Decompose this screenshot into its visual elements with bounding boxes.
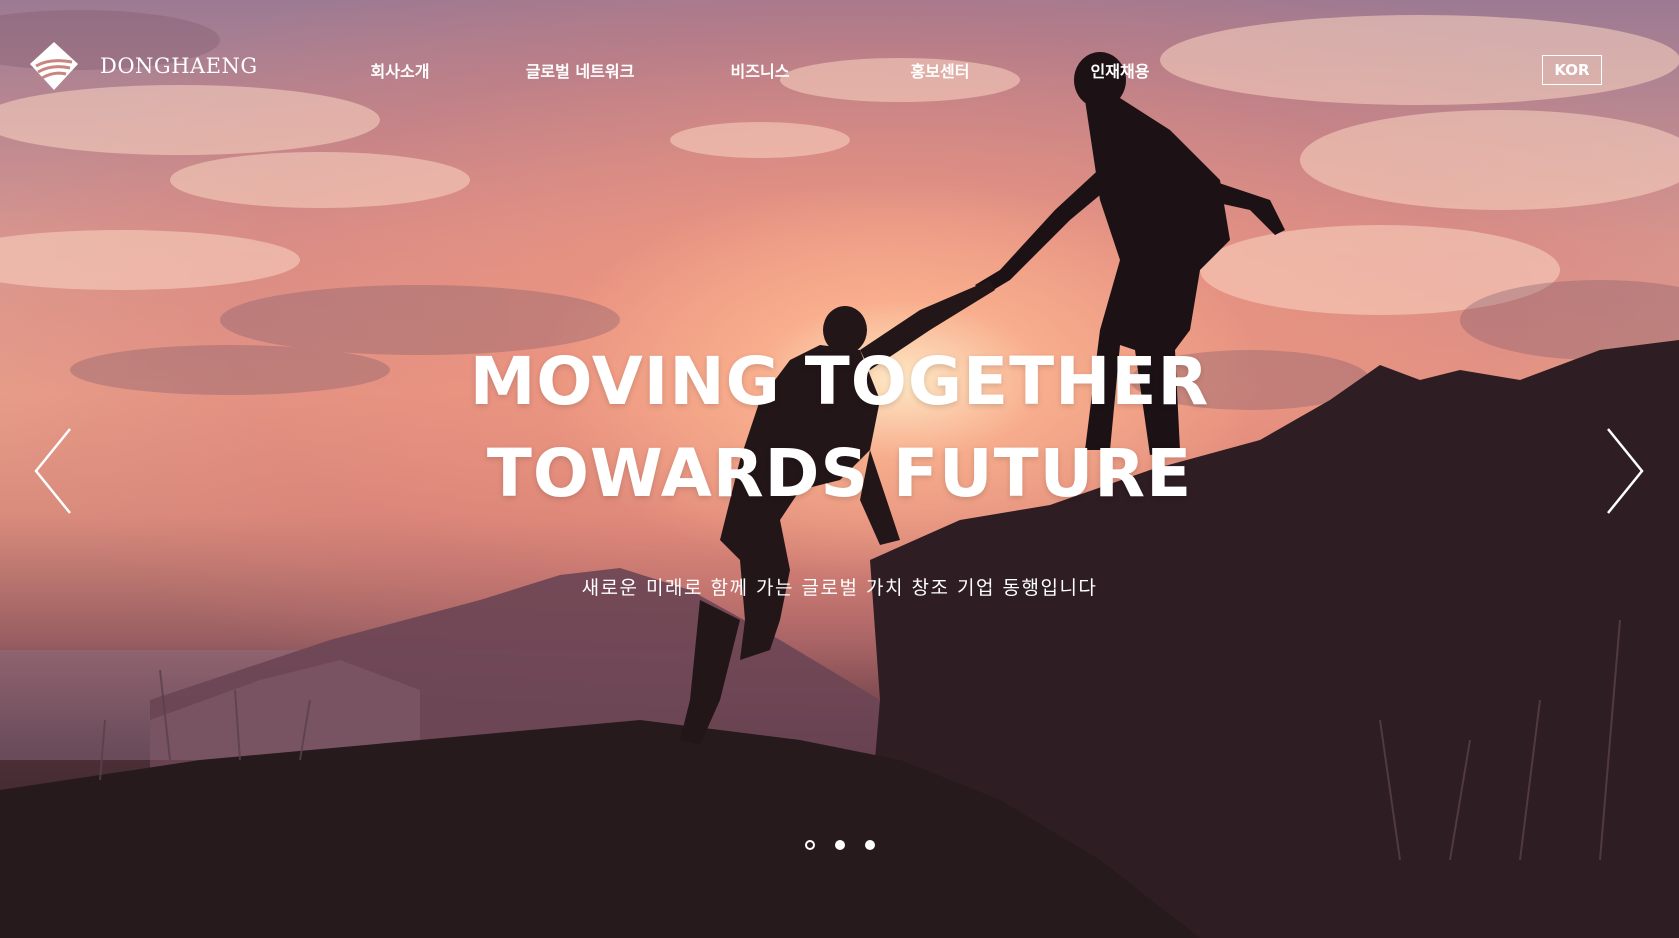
slider-next-button[interactable] bbox=[1602, 425, 1648, 517]
nav-item-company[interactable]: 회사소개 bbox=[371, 58, 430, 82]
hero-subcopy: 새로운 미래로 함께 가는 글로벌 가치 창조 기업 동행입니다 bbox=[581, 577, 1098, 599]
slider-dot-1[interactable] bbox=[804, 840, 815, 850]
hero-headline-line2: TOWARDS FUTURE bbox=[486, 435, 1193, 512]
hero-headline-line1: MOVING TOGETHER bbox=[469, 343, 1210, 420]
site-header: DONGHAENG 회사소개 글로벌 네트워크 비즈니스 홍보센터 인재채용 K… bbox=[0, 0, 1679, 140]
slider-dot-3[interactable] bbox=[864, 840, 875, 850]
nav-item-business[interactable]: 비즈니스 bbox=[731, 58, 790, 82]
slider-prev-button[interactable] bbox=[30, 425, 76, 517]
slider-dot-2[interactable] bbox=[834, 840, 845, 850]
slider-pagination bbox=[0, 840, 1679, 850]
chevron-right-icon bbox=[1607, 428, 1644, 514]
nav-item-global-network[interactable]: 글로벌 네트워크 bbox=[526, 58, 635, 82]
language-selector-button[interactable]: KOR bbox=[1542, 55, 1602, 85]
nav-item-pr-center[interactable]: 홍보센터 bbox=[911, 58, 970, 82]
hero-headline: MOVING TOGETHER TOWARDS FUTURE bbox=[0, 336, 1679, 520]
nav-item-careers[interactable]: 인재채용 bbox=[1091, 58, 1150, 82]
main-nav: 회사소개 글로벌 네트워크 비즈니스 홍보센터 인재채용 bbox=[0, 58, 1679, 82]
chevron-left-icon bbox=[34, 428, 71, 514]
